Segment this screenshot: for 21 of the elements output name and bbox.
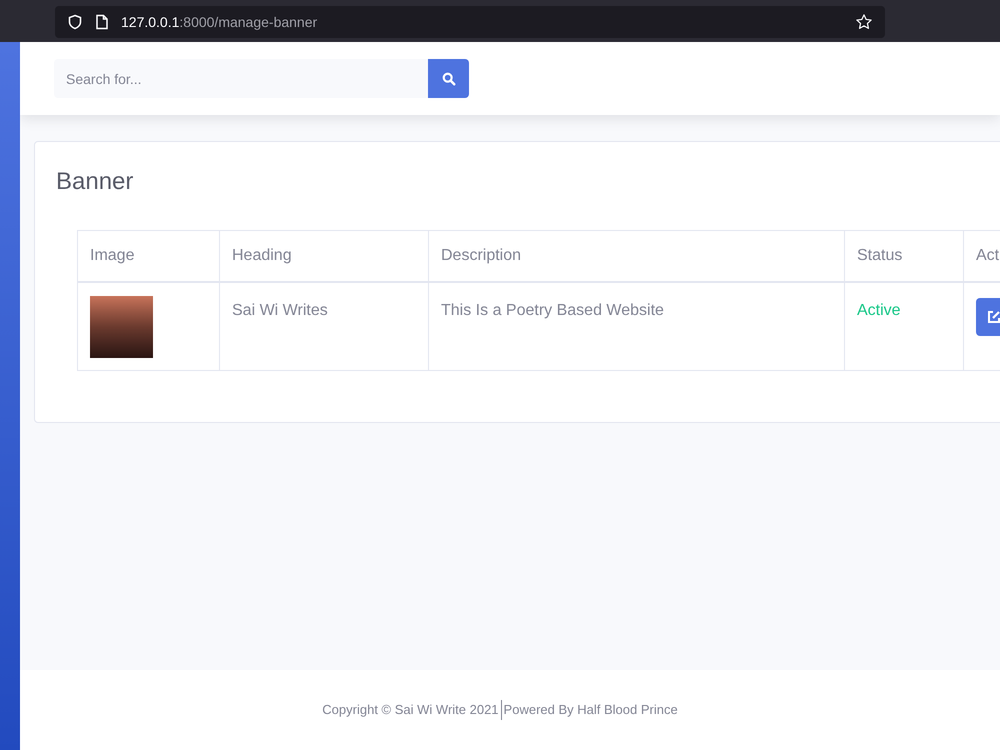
photo-placeholder [90, 296, 153, 358]
status-text: Active [844, 282, 964, 370]
column-header: Description [428, 230, 844, 282]
column-header: Heading [220, 230, 428, 282]
powered-by-text: Powered By Half Blood Prince [502, 701, 678, 720]
star-icon[interactable] [855, 13, 873, 31]
search-field[interactable]: Search for... [54, 59, 428, 98]
table-cell: This Is a Poetry Based Website [428, 282, 844, 370]
search-icon [442, 72, 456, 86]
shield-icon [67, 14, 83, 30]
search-button[interactable] [428, 59, 469, 98]
table-cell: Sai Wi Writes [220, 282, 428, 370]
column-header: Status [844, 230, 964, 282]
url-text: 127.0.0.1:8000/manage-banner [121, 12, 318, 32]
address-bar[interactable]: 127.0.0.1:8000/manage-banner [55, 6, 885, 38]
column-header: Image [78, 230, 220, 282]
edit-icon [987, 310, 1000, 324]
card-title: Banner [56, 167, 134, 197]
column-header: Act [964, 230, 1000, 282]
copyright-text: Copyright © Sai Wi Write 2021 [322, 700, 502, 720]
page-icon [95, 14, 109, 30]
